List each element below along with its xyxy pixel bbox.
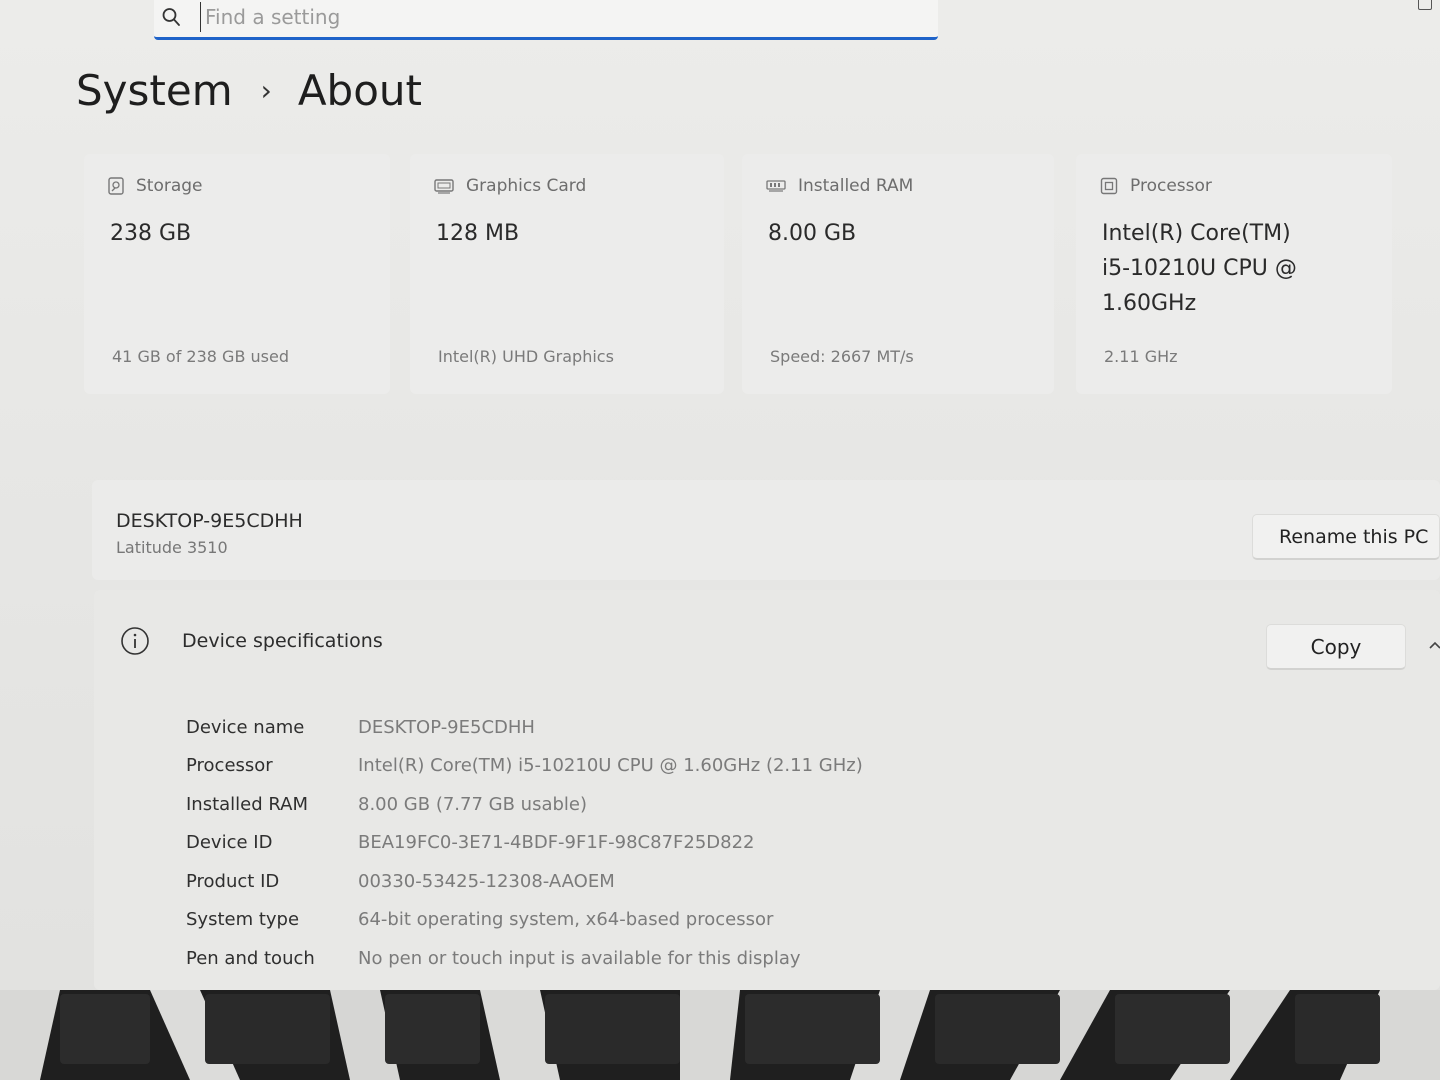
ram-label: Installed RAM [798, 176, 914, 196]
spec-table: Device name DESKTOP-9E5CDHH Processor In… [186, 708, 863, 978]
device-model: Latitude 3510 [116, 538, 228, 557]
spec-value: Intel(R) Core(TM) i5-10210U CPU @ 1.60GH… [358, 755, 863, 777]
info-icon [121, 627, 149, 655]
breadcrumb-system[interactable]: System [76, 66, 233, 115]
processor-value-line: 1.60GHz [1102, 291, 1197, 316]
processor-icon [1100, 177, 1118, 195]
storage-sub: 41 GB of 238 GB used [112, 347, 289, 366]
ram-icon [766, 180, 786, 192]
spec-key: Product ID [186, 870, 280, 892]
spec-key: Processor [186, 755, 273, 777]
spec-value: 00330-53425-12308-AAOEM [358, 870, 615, 892]
spec-row-processor: Processor Intel(R) Core(TM) i5-10210U CP… [186, 747, 863, 786]
spec-row-installed-ram: Installed RAM 8.00 GB (7.77 GB usable) [186, 785, 863, 824]
chevron-right-icon: › [260, 74, 272, 107]
storage-card: Storage 238 GB 41 GB of 238 GB used [84, 154, 390, 394]
spec-key: System type [186, 909, 300, 931]
search-box[interactable] [154, 0, 938, 40]
device-specifications-header[interactable]: Device specifications [120, 626, 383, 656]
chevron-up-icon[interactable] [1428, 638, 1440, 652]
ram-card: Installed RAM 8.00 GB Speed: 2667 MT/s [742, 154, 1054, 394]
ram-value: 8.00 GB [768, 221, 857, 246]
processor-card: Processor Intel(R) Core(TM) i5-10210U CP… [1076, 154, 1392, 394]
processor-sub: 2.11 GHz [1104, 347, 1178, 366]
spec-row-device-id: Device ID BEA19FC0-3E71-4BDF-9F1F-98C87F… [186, 824, 863, 863]
rename-pc-button[interactable]: Rename this PC [1252, 514, 1440, 560]
breadcrumb: System › About [76, 66, 422, 115]
device-specifications-panel: Device specifications Copy Device name D… [94, 590, 1440, 990]
spec-row-product-id: Product ID 00330-53425-12308-AAOEM [186, 862, 863, 901]
search-input[interactable] [200, 2, 905, 32]
search-icon [162, 8, 180, 26]
spec-value: DESKTOP-9E5CDHH [358, 716, 535, 738]
spec-key: Device ID [186, 832, 273, 854]
spec-value: No pen or touch input is available for t… [358, 947, 801, 969]
storage-icon [108, 177, 124, 195]
storage-value: 238 GB [110, 221, 192, 246]
spec-key: Installed RAM [186, 793, 309, 815]
spec-key: Pen and touch [186, 947, 315, 969]
device-name-panel: DESKTOP-9E5CDHH Latitude 3510 Rename thi… [92, 480, 1440, 580]
processor-value: Intel(R) Core(TM) i5-10210U CPU @ 1.60GH… [1102, 216, 1297, 321]
storage-label: Storage [136, 176, 203, 196]
graphics-card-label: Graphics Card [466, 176, 587, 196]
processor-label: Processor [1130, 176, 1212, 196]
spec-row-device-name: Device name DESKTOP-9E5CDHH [186, 708, 863, 747]
processor-value-line: Intel(R) Core(TM) [1102, 221, 1291, 246]
graphics-card-card: Graphics Card 128 MB Intel(R) UHD Graphi… [410, 154, 724, 394]
graphics-card-icon [434, 179, 454, 194]
spec-key: Device name [186, 716, 305, 738]
maximize-icon[interactable] [1418, 0, 1432, 10]
spec-value: 8.00 GB (7.77 GB usable) [358, 793, 587, 815]
keyboard-bezel [0, 990, 1440, 1080]
graphics-card-value: 128 MB [436, 221, 520, 246]
spec-row-pen-and-touch: Pen and touch No pen or touch input is a… [186, 939, 863, 978]
page-title: About [297, 66, 423, 115]
ram-sub: Speed: 2667 MT/s [770, 347, 914, 366]
spec-row-system-type: System type 64-bit operating system, x64… [186, 901, 863, 940]
spec-value: 64-bit operating system, x64-based proce… [358, 909, 774, 931]
graphics-card-sub: Intel(R) UHD Graphics [438, 347, 614, 366]
settings-window: System › About Storage 238 GB 41 GB of 2… [0, 0, 1440, 990]
processor-value-line: i5-10210U CPU @ [1102, 256, 1297, 281]
copy-button[interactable]: Copy [1266, 624, 1406, 670]
device-name: DESKTOP-9E5CDHH [116, 510, 303, 532]
spec-value: BEA19FC0-3E71-4BDF-9F1F-98C87F25D822 [358, 832, 755, 854]
device-specifications-title: Device specifications [182, 630, 383, 652]
